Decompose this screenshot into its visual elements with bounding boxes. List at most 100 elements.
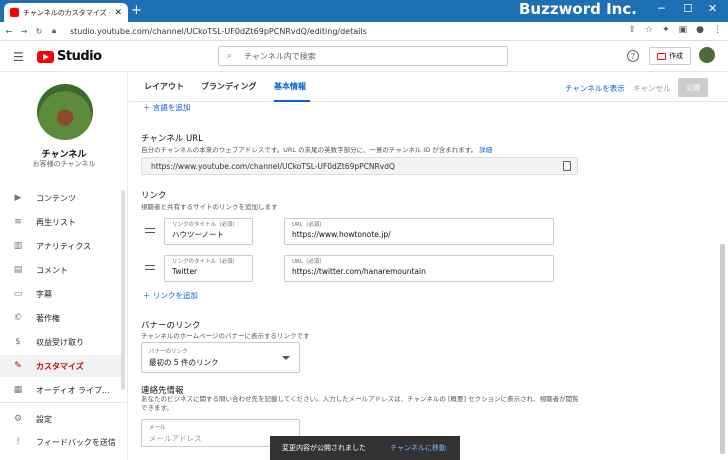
banner-link-select[interactable]: バナーのリンク 最初の 5 件のリンク: [141, 342, 300, 373]
profile-icon[interactable]: ●: [696, 25, 704, 35]
sidebar-item-label: フィードバックを送信: [36, 437, 116, 447]
extensions-icon[interactable]: ✦: [662, 25, 670, 35]
channel-url-field: https://www.youtube.com/channel/UCkoTSL-…: [141, 157, 578, 175]
maximize-icon[interactable]: ☐: [683, 2, 693, 15]
channel-url-desc-text: 自分のチャンネルの本来のウェブアドレスです。URL の末尾の英数字部分に、一意の…: [141, 146, 478, 154]
channel-subtitle: お客様のチャンネル: [32, 160, 96, 168]
browser-tab[interactable]: チャンネルのカスタマイズ - YouTube S ✕: [4, 3, 128, 22]
customize-icon: ✎: [14, 361, 22, 371]
tab-layout[interactable]: レイアウト: [144, 81, 184, 92]
sidebar-item-label: 収益受け取り: [36, 337, 84, 347]
sidebar-divider: [0, 402, 128, 403]
close-window-icon[interactable]: ✕: [708, 2, 717, 15]
contact-desc: あなたのビジネスに関する問い合わせ先を記載してください。入力したメールアドレスは…: [141, 395, 579, 412]
publish-button[interactable]: 公開: [678, 78, 708, 97]
account-avatar[interactable]: [699, 47, 715, 63]
sidebar-item-label: 字幕: [36, 289, 52, 299]
sidebar-item-label: 著作権: [36, 313, 60, 323]
youtube-favicon-icon: [10, 8, 19, 17]
sidebar-item-copyright[interactable]: © 著作権: [0, 307, 122, 329]
sidebar-scrollbar[interactable]: [121, 190, 125, 390]
sidebar-item-label: オーディオ ライブ...: [36, 385, 110, 395]
field-label: バナーのリンク: [149, 349, 188, 355]
drag-handle-icon[interactable]: [145, 228, 155, 233]
feedback-icon: !: [16, 437, 20, 447]
field-label: メール: [149, 425, 166, 431]
channel-search-input[interactable]: ⌕ チャンネル内で検索: [218, 46, 508, 66]
search-placeholder: チャンネル内で検索: [244, 51, 316, 61]
sidepanel-icon[interactable]: ▣: [679, 25, 688, 35]
analytics-icon: ▥: [13, 241, 23, 251]
view-channel-link[interactable]: チャンネルを表示: [565, 83, 625, 94]
studio-header: ☰ Studio ⌕ チャンネル内で検索 ? 作成: [0, 41, 728, 72]
snackbar-message: 変更内容が公開されました: [282, 444, 366, 452]
sidebar-item-analytics[interactable]: ▥ アナリティクス: [0, 235, 122, 257]
sidebar-item-label: アナリティクス: [36, 241, 92, 251]
select-value: 最初の 5 件のリンク: [149, 358, 219, 367]
banner-link-desc: チャンネルのホームページのバナーに表示するリンクです: [141, 332, 310, 340]
field-label: リンクのタイトル（必須）: [172, 222, 239, 228]
tab-branding[interactable]: ブランディング: [201, 81, 256, 92]
main-content: レイアウト ブランディング 基本情報 チャンネルを表示 キャンセル 公開 ＋ 言…: [129, 72, 728, 460]
link-url-field[interactable]: URL（必須） https://www.howtonote.jp/: [284, 218, 554, 245]
snackbar: 変更内容が公開されました チャンネルに移動: [270, 436, 460, 460]
sidebar-item-customize[interactable]: ✎ カスタマイズ: [0, 355, 122, 377]
link-title-field[interactable]: リンクのタイトル（必須） ハウツーノート: [164, 218, 253, 245]
close-tab-icon[interactable]: ✕: [114, 8, 122, 18]
browser-tab-bar: チャンネルのカスタマイズ - YouTube S ✕ + Buzzword In…: [0, 0, 728, 22]
gear-icon: ⚙: [13, 414, 23, 424]
sidebar-item-audio-library[interactable]: ▦ オーディオ ライブ...: [0, 379, 122, 401]
sidebar-item-earn[interactable]: $ 収益受け取り: [0, 331, 122, 353]
youtube-logo-icon: [37, 50, 54, 63]
studio-logo[interactable]: Studio: [37, 49, 102, 64]
sidebar-item-label: コメント: [36, 265, 68, 275]
window-title: Buzzword Inc.: [519, 0, 637, 18]
cancel-button[interactable]: キャンセル: [633, 83, 671, 94]
customize-tabs: レイアウト ブランディング 基本情報 チャンネルを表示 キャンセル 公開: [129, 72, 728, 102]
url-text[interactable]: studio.youtube.com/channel/UCkoTSL-UF0dZ…: [70, 27, 367, 36]
reload-icon[interactable]: ↻: [33, 27, 45, 36]
help-icon[interactable]: ?: [627, 50, 639, 62]
sidebar-item-label: 再生リスト: [36, 217, 76, 227]
back-icon[interactable]: ←: [3, 27, 15, 36]
link-row: リンクのタイトル（必須） Twitter URL（必須） https://twi…: [141, 255, 561, 282]
new-tab-button[interactable]: +: [131, 3, 142, 18]
channel-url-desc: 自分のチャンネルの本来のウェブアドレスです。URL の末尾の英数字部分に、一意の…: [141, 144, 492, 154]
sidebar-item-label: コンテンツ: [36, 193, 76, 203]
video-camera-icon: [657, 52, 666, 60]
menu-icon[interactable]: ⋮: [713, 25, 722, 35]
learn-more-link[interactable]: 詳細: [479, 146, 492, 154]
link-title-field[interactable]: リンクのタイトル（必須） Twitter: [164, 255, 253, 282]
go-to-channel-link[interactable]: チャンネルに移動: [390, 443, 446, 453]
main-scrollbar[interactable]: [720, 244, 725, 454]
copy-icon[interactable]: [563, 161, 571, 171]
field-label: URL（必須）: [292, 259, 325, 265]
create-label: 作成: [669, 52, 683, 60]
sidebar-item-subtitles[interactable]: ▭ 字幕: [0, 283, 122, 305]
sidebar-item-content[interactable]: ▶ コンテンツ: [0, 187, 122, 209]
link-url-field[interactable]: URL（必須） https://twitter.com/hanaremounta…: [284, 255, 554, 282]
channel-avatar[interactable]: [37, 84, 93, 140]
minimize-icon[interactable]: ─: [658, 2, 665, 15]
create-button[interactable]: 作成: [649, 47, 691, 65]
share-icon[interactable]: ⇪: [628, 25, 636, 35]
forward-icon[interactable]: →: [18, 27, 30, 36]
tab-basic-info[interactable]: 基本情報: [274, 81, 306, 92]
logo-text: Studio: [57, 49, 102, 64]
audio-library-icon: ▦: [13, 385, 23, 395]
add-link-label: リンクを追加: [152, 291, 198, 300]
add-link-button[interactable]: ＋ リンクを追加: [143, 290, 198, 301]
hamburger-menu-icon[interactable]: ☰: [13, 50, 24, 64]
sidebar-item-comments[interactable]: ▤ コメント: [0, 259, 122, 281]
star-icon[interactable]: ☆: [645, 25, 653, 35]
search-icon: ⌕: [227, 51, 233, 61]
channel-url-title: チャンネル URL: [141, 134, 203, 144]
sidebar-item-feedback[interactable]: ! フィードバックを送信: [0, 431, 122, 453]
sidebar-item-settings[interactable]: ⚙ 設定: [0, 408, 122, 430]
channel-url-value: https://www.youtube.com/channel/UCkoTSL-…: [151, 161, 395, 171]
field-label: URL（必須）: [292, 222, 325, 228]
content-icon: ▶: [14, 193, 22, 203]
drag-handle-icon[interactable]: [145, 265, 155, 270]
add-language-link[interactable]: ＋ 言語を追加: [143, 102, 190, 113]
sidebar-item-playlists[interactable]: ≡ 再生リスト: [0, 211, 122, 233]
